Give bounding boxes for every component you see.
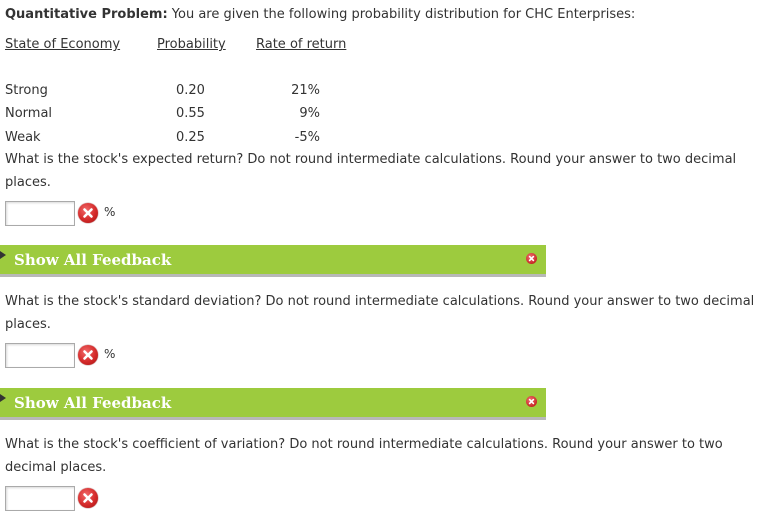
standard-deviation-input[interactable]: [5, 343, 75, 368]
standard-deviation-unit: %: [104, 347, 116, 361]
show-feedback-bar[interactable]: Show All Feedback: [0, 388, 546, 420]
triangle-right-icon: [0, 394, 6, 402]
header-probability: Probability: [157, 37, 226, 52]
problem-label: Quantitative Problem:: [5, 7, 168, 22]
problem-intro: Quantitative Problem: You are given the …: [5, 7, 635, 22]
show-feedback-label: Show All Feedback: [14, 251, 172, 269]
row-normal-rate: 9%: [299, 106, 320, 121]
row-normal-probability: 0.55: [176, 106, 205, 121]
row-weak-rate: -5%: [294, 130, 320, 145]
expected-return-input[interactable]: [5, 201, 75, 226]
row-weak-probability: 0.25: [176, 130, 205, 145]
x-circle-icon: [78, 203, 98, 223]
close-icon[interactable]: [526, 253, 537, 264]
row-normal-state: Normal: [5, 106, 53, 121]
header-state: State of Economy: [5, 37, 121, 52]
close-icon[interactable]: [526, 396, 537, 407]
x-circle-icon: [78, 488, 98, 508]
x-circle-icon: [78, 345, 98, 365]
question-coefficient-of-variation: What is the stock's coefficient of varia…: [5, 437, 723, 475]
row-strong-probability: 0.20: [176, 83, 205, 98]
expected-return-unit: %: [104, 205, 116, 219]
row-strong-rate: 21%: [291, 83, 320, 98]
row-strong-state: Strong: [5, 83, 48, 98]
question-standard-deviation: What is the stock's standard deviation? …: [5, 294, 755, 332]
row-weak-state: Weak: [5, 130, 41, 145]
triangle-right-icon: [0, 251, 6, 259]
question-expected-return: What is the stock's expected return? Do …: [5, 152, 737, 190]
header-rate: Rate of return: [256, 37, 347, 52]
show-feedback-bar[interactable]: Show All Feedback: [0, 245, 546, 277]
coefficient-of-variation-input[interactable]: [5, 486, 75, 511]
show-feedback-label: Show All Feedback: [14, 394, 172, 412]
problem-text: You are given the following probability …: [167, 7, 636, 22]
